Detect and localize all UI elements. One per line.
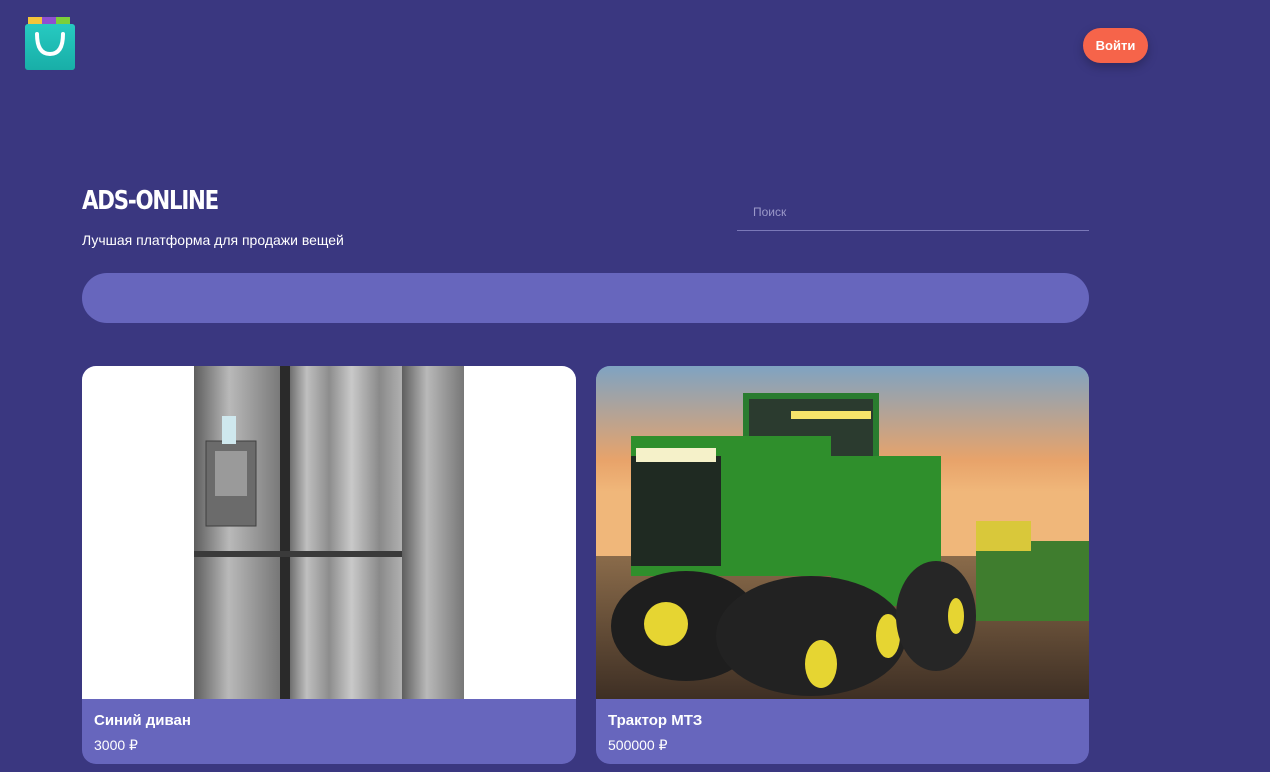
product-title: Трактор МТЗ [608,712,703,729]
product-price: 3000 ₽ [94,737,138,753]
product-card[interactable]: Трактор МТЗ 500000 ₽ [596,366,1089,764]
search-field [737,193,1089,231]
page-title: ADS-ONLINE [82,186,219,216]
product-image-tractor [596,366,1089,699]
category-banner [82,273,1089,323]
shopping-bag-icon [25,17,75,70]
product-price: 500000 ₽ [608,737,668,753]
tagline: Лучшая платформа для продажи вещей [82,232,344,248]
login-button[interactable]: Войти [1083,28,1148,63]
search-input[interactable] [737,193,1089,230]
product-card[interactable]: Синий диван 3000 ₽ [82,366,576,764]
product-title: Синий диван [94,712,191,729]
logo[interactable] [24,16,76,71]
product-image-refrigerator [82,366,576,699]
